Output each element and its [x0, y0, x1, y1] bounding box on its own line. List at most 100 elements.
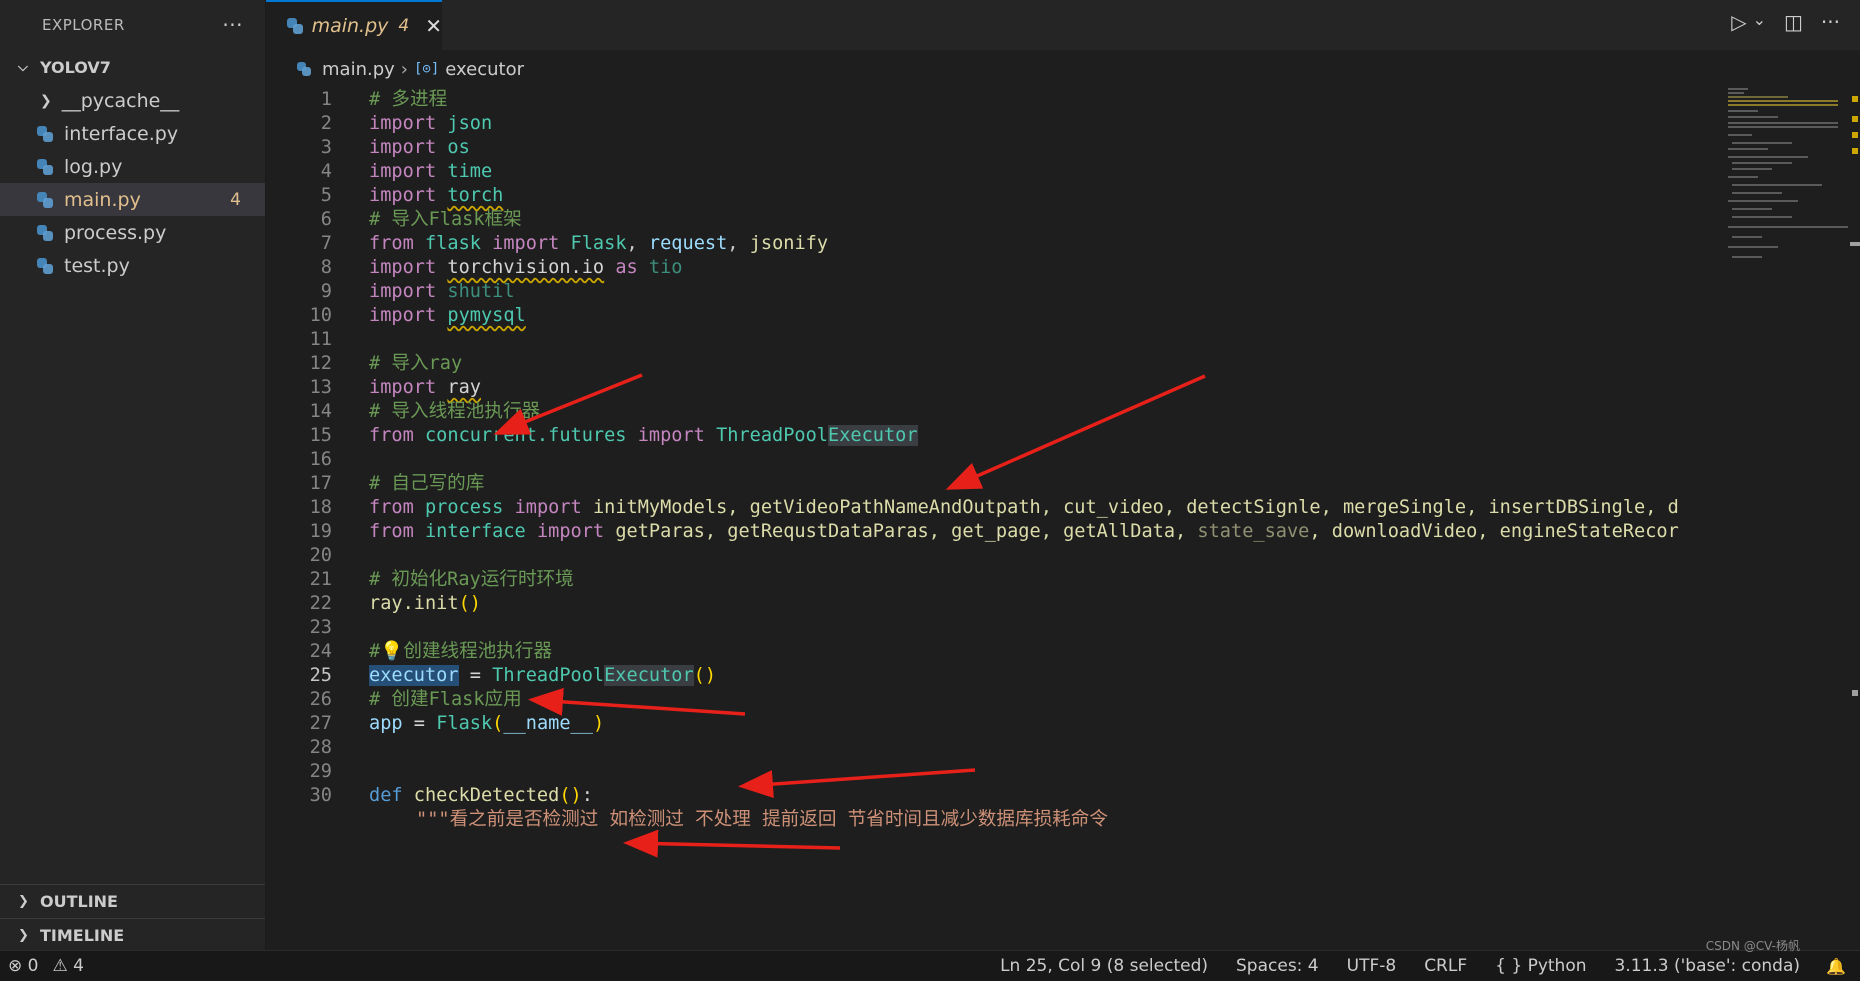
chevron-down-icon: ⌵ — [18, 59, 28, 75]
keyword: from — [369, 233, 414, 254]
chevron-down-icon[interactable]: ⌄ — [1753, 10, 1766, 34]
tree-item-label: main.py — [64, 188, 141, 211]
outline-section[interactable]: ❯ OUTLINE — [0, 884, 265, 918]
keyword: import — [536, 521, 605, 542]
comment: # 多进程 — [369, 89, 448, 110]
module-name: pymysql — [447, 305, 526, 326]
chevron-right-icon: ❯ — [40, 92, 52, 109]
module-name: torchvision.io — [447, 257, 605, 278]
keyword: import — [369, 185, 437, 206]
docstring: """看之前是否检测过 如检测过 不处理 提前返回 节省时间且减少数据库损耗命令 — [416, 809, 1108, 830]
tab-label: main.py — [311, 15, 389, 37]
tree-item-interface[interactable]: interface.py — [0, 117, 265, 150]
keyword: import — [369, 161, 437, 182]
run-icon[interactable]: ▷ — [1731, 10, 1746, 34]
selected-text: executor — [369, 665, 459, 686]
module-name: json — [447, 113, 493, 134]
editor-tab-bar: main.py 4 ✕ ▷ ⌄ ◫ ··· — [266, 0, 1860, 50]
comment: #💡创建线程池执行器 — [369, 641, 553, 662]
module-name: flask — [424, 233, 481, 254]
file-encoding[interactable]: UTF-8 — [1347, 956, 1397, 976]
timeline-section[interactable]: ❯ TIMELINE — [0, 918, 265, 952]
module-alias: tio — [648, 257, 683, 278]
keyword: import — [369, 305, 437, 326]
keyword: from — [369, 521, 414, 542]
tree-item-process[interactable]: process.py — [0, 216, 265, 249]
indentation[interactable]: Spaces: 4 — [1236, 956, 1319, 976]
module-name: process — [424, 497, 504, 518]
errors-count[interactable]: ⊗ 0 — [8, 956, 38, 976]
keyword: from — [369, 497, 414, 518]
operator: = — [402, 713, 437, 734]
keyword: def — [369, 785, 403, 806]
module-name: concurrent.futures — [424, 425, 627, 446]
comment: # 导入线程池执行器 — [369, 401, 541, 422]
module-name: shutil — [447, 281, 515, 302]
project-folder-header[interactable]: ⌵ YOLOV7 — [0, 50, 265, 84]
module-name: os — [447, 137, 470, 158]
python-file-icon — [36, 224, 54, 242]
module-name: ray — [447, 377, 481, 398]
cursor-position[interactable]: Ln 25, Col 9 (8 selected) — [1000, 956, 1208, 976]
identifier: app — [369, 713, 403, 734]
keyword: as — [615, 257, 638, 278]
keyword: import — [369, 137, 437, 158]
comment: # 导入ray — [369, 353, 463, 374]
tree-item-log[interactable]: log.py — [0, 150, 265, 183]
class-name: Flask — [570, 233, 627, 254]
operator: = — [458, 665, 493, 686]
function-call: ray.init — [369, 593, 459, 614]
python-file-icon — [36, 125, 54, 143]
line-ending[interactable]: CRLF — [1424, 956, 1467, 976]
split-editor-icon[interactable]: ◫ — [1784, 10, 1803, 34]
identifier: __name__ — [503, 713, 593, 734]
class-name: ThreadPool — [716, 425, 829, 446]
class-name: ThreadPool — [492, 665, 605, 686]
tab-problem-badge: 4 — [398, 16, 410, 36]
explorer-title: EXPLORER — [42, 16, 125, 34]
keyword: import — [369, 257, 437, 278]
function-name: checkDetected — [413, 785, 560, 806]
imported-names: , downloadVideo, engineStateRecor — [1309, 521, 1679, 542]
tree-item-test[interactable]: test.py — [0, 249, 265, 282]
project-name: YOLOV7 — [40, 57, 111, 77]
close-icon[interactable]: ✕ — [425, 14, 442, 38]
editor-actions: ▷ ⌄ ◫ ··· — [1731, 10, 1840, 34]
watermark: CSDN @CV-杨帆 — [1705, 939, 1800, 953]
tab-main-py[interactable]: main.py 4 ✕ — [266, 0, 442, 50]
more-actions-icon[interactable]: ··· — [1821, 10, 1840, 34]
code-editor[interactable]: 1 # 多进程 2 import json 3 import os 4 import t… — [266, 86, 1716, 950]
braces-icon: { } — [1495, 956, 1523, 976]
tree-item-pycache[interactable]: ❯ __pycache__ — [0, 84, 265, 117]
tree-item-main[interactable]: main.py 4 — [0, 183, 265, 216]
keyword: import — [637, 425, 705, 446]
chevron-right-icon: ❯ — [18, 928, 29, 943]
keyword: import — [369, 113, 437, 134]
variable-symbol-icon: [⊙] — [413, 61, 440, 77]
explorer-header: EXPLORER ··· — [0, 0, 265, 50]
highlighted-match: Executor — [828, 425, 918, 446]
breadcrumb-file[interactable]: main.py — [322, 59, 395, 80]
explorer-more-icon[interactable]: ··· — [222, 13, 243, 37]
minimap[interactable] — [1726, 86, 1848, 306]
module-name: interface — [424, 521, 526, 542]
identifier: request — [648, 233, 728, 254]
module-name: time — [447, 161, 493, 182]
bell-icon[interactable]: 🔔 — [1826, 957, 1846, 976]
language-mode[interactable]: { } Python — [1495, 956, 1586, 976]
highlighted-match: Executor — [604, 665, 694, 686]
python-file-icon — [36, 257, 54, 275]
outline-label: OUTLINE — [40, 892, 118, 911]
problem-count-badge: 4 — [230, 189, 241, 210]
scrollbar[interactable] — [1850, 86, 1860, 950]
tree-item-label: log.py — [64, 155, 123, 178]
sidebar-bottom-sections: ❯ OUTLINE ❯ TIMELINE — [0, 884, 265, 952]
warnings-count[interactable]: ⚠ 4 — [52, 956, 83, 976]
python-interpreter[interactable]: 3.11.3 ('base': conda) — [1615, 956, 1800, 976]
code-line: """看之前是否检测过 如检测过 不处理 提前返回 节省时间且减少数据库损耗命令 — [266, 806, 1716, 834]
timeline-label: TIMELINE — [40, 926, 125, 945]
tree-item-label: interface.py — [64, 122, 179, 145]
module-name: torch — [447, 185, 504, 206]
breadcrumb-symbol[interactable]: executor — [445, 59, 524, 80]
python-file-icon — [36, 191, 54, 209]
